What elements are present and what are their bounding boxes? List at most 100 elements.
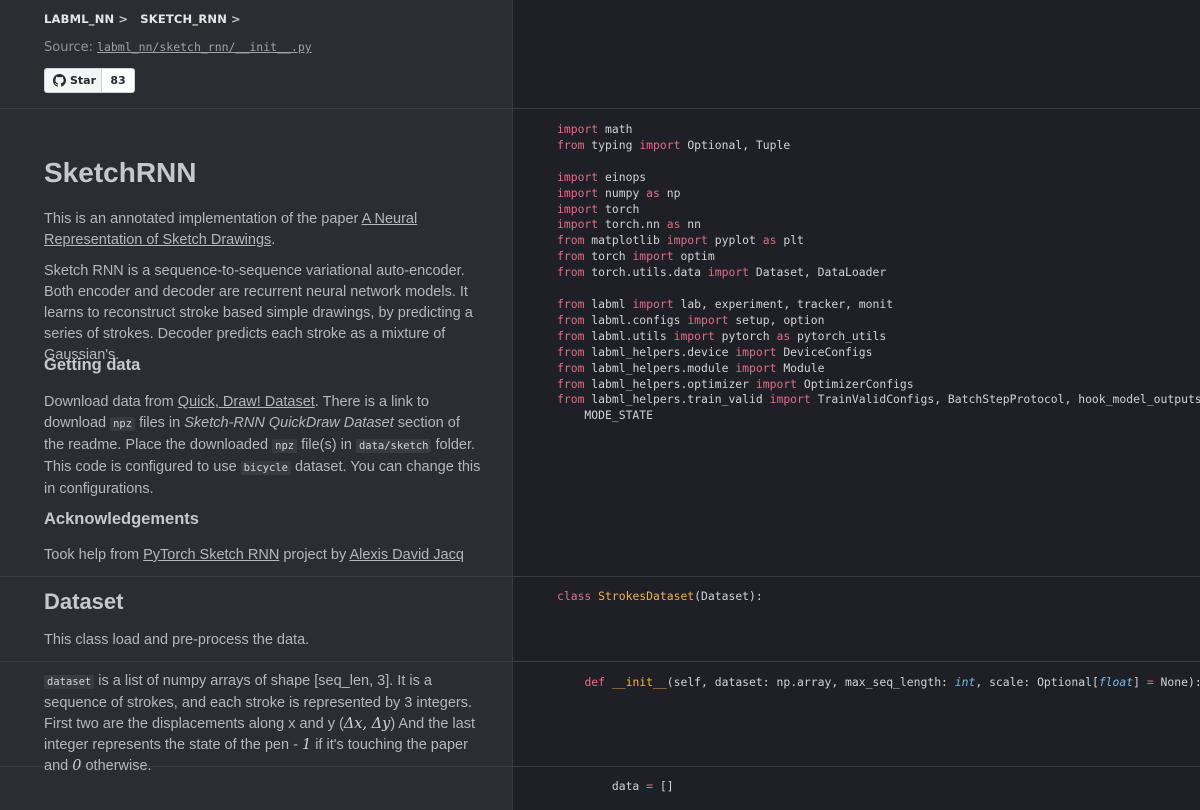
star-button-left[interactable]: Star [45, 69, 102, 92]
code-token: from [557, 265, 585, 280]
code-token: torch.utils.data [584, 265, 708, 280]
code-token: as [666, 217, 681, 232]
code-token: math [598, 122, 633, 136]
text: Took help from [44, 547, 144, 563]
code-token: from [557, 137, 585, 152]
code-token: from [557, 233, 585, 248]
source-line: Source: labml_nn/sketch_rnn/__init__.py [44, 40, 312, 55]
code-block-init: def __init__(self, dataset: np.array, ma… [557, 675, 1200, 691]
code-token: as [776, 328, 791, 343]
code-token: from [557, 360, 585, 375]
section-divider [0, 108, 1200, 109]
code-token: import [769, 392, 811, 407]
code-token: from [557, 312, 585, 327]
source-link[interactable]: labml_nn/sketch_rnn/__init__.py [97, 40, 312, 54]
code-block-class: class StrokesDataset(Dataset): [557, 589, 763, 605]
text: file(s) in [297, 437, 356, 453]
column-divider [512, 0, 513, 810]
code-token: [] [653, 779, 674, 793]
code-token: labml_helpers.module [584, 360, 736, 375]
getting-data-paragraph: Download data from Quick, Draw! Dataset.… [44, 392, 484, 500]
code-line: import math [557, 122, 1200, 138]
code-token: numpy [598, 185, 647, 200]
breadcrumb-labml-nn[interactable]: LABML_NN [44, 12, 114, 26]
section-divider [0, 576, 1200, 577]
code-token: as [646, 185, 660, 200]
code-token: import [557, 169, 599, 184]
code-line: from labml.utils import pytorch as pytor… [557, 329, 1200, 345]
code-token: from [557, 392, 585, 407]
quickdraw-link[interactable]: Quick, Draw! Dataset [178, 394, 315, 410]
code-token: optim [673, 249, 715, 264]
inline-code: npz [110, 417, 136, 431]
code-line: from torch.utils.data import Dataset, Da… [557, 265, 1200, 281]
code-token: torch.nn [598, 217, 667, 232]
code-token: data [557, 779, 647, 793]
github-icon [53, 74, 66, 87]
math-expression: 1 [301, 737, 312, 753]
dataset-description: dataset is a list of numpy arrays of sha… [44, 671, 484, 777]
code-token: labml_helpers.train_valid [584, 392, 770, 407]
code-line: def __init__(self, dataset: np.array, ma… [557, 675, 1200, 691]
code-line: from matplotlib import pyplot as plt [557, 233, 1200, 249]
breadcrumb-sketch-rnn[interactable]: SKETCH_RNN [140, 12, 227, 26]
code-block-imports: import math from typing import Optional, … [557, 122, 1200, 424]
code-token: lab, experiment, tracker, monit [673, 296, 894, 311]
code-token: from [557, 328, 585, 343]
code-token: import [557, 217, 599, 232]
code-token: setup, option [728, 312, 825, 327]
source-label: Source: [44, 40, 94, 55]
breadcrumb-separator: > [118, 12, 129, 26]
star-count[interactable]: 83 [102, 69, 134, 92]
code-line: from labml_helpers.device import DeviceC… [557, 345, 1200, 361]
code-line: from typing import Optional, Tuple [557, 138, 1200, 154]
code-token: TrainValidConfigs, BatchStepProtocol, ho… [810, 392, 1200, 407]
code-token: torch [584, 249, 633, 264]
code-line: from labml_helpers.module import Module [557, 361, 1200, 377]
section-divider [0, 661, 1200, 662]
code-token: labml.utils [584, 328, 674, 343]
code-token: labml_helpers.optimizer [584, 376, 756, 391]
code-token: pytorch_utils [790, 328, 887, 343]
code-line: import torch.nn as nn [557, 217, 1200, 233]
code-token: pyplot [707, 233, 763, 248]
code-token: from [557, 249, 585, 264]
pytorch-sketch-rnn-link[interactable]: PyTorch Sketch RNN [143, 547, 279, 563]
code-token: import [666, 233, 708, 248]
code-token: = [1146, 675, 1154, 689]
code-line: import torch [557, 202, 1200, 218]
code-token: import [557, 122, 599, 136]
github-star-button[interactable]: Star 83 [44, 68, 135, 93]
author-link[interactable]: Alexis David Jacq [349, 547, 463, 563]
code-token: as [762, 233, 777, 248]
code-token: import [707, 265, 750, 280]
acknowledgements-paragraph: Took help from PyTorch Sketch RNN projec… [44, 545, 484, 566]
emphasis: Sketch-RNN QuickDraw Dataset [184, 415, 394, 431]
code-block-data: data = [] [557, 779, 674, 795]
heading-dataset: Dataset [44, 589, 124, 614]
code-token: typing [584, 137, 640, 152]
description-paragraph: Sketch RNN is a sequence-to-sequence var… [44, 263, 473, 363]
code-token: torch [598, 201, 640, 216]
code-token: np [659, 185, 681, 200]
code-token: StrokesDataset [598, 589, 695, 603]
text: otherwise. [81, 758, 152, 774]
heading-acknowledgements: Acknowledgements [44, 510, 199, 528]
dataset-paragraph: This class load and pre-process the data… [44, 632, 310, 648]
code-token: int [954, 675, 976, 689]
text: This is an annotated implementation of t… [44, 211, 362, 227]
code-token: OptimizerConfigs [797, 376, 914, 391]
intro-paragraph: This is an annotated implementation of t… [44, 209, 484, 251]
code-token: import [632, 296, 674, 311]
code-token: pytorch [714, 328, 777, 343]
code-token: import [557, 201, 599, 216]
code-line: from labml.configs import setup, option [557, 313, 1200, 329]
code-token: None): [1153, 675, 1200, 689]
code-token: from [557, 376, 585, 391]
code-token: Dataset, DataLoader [749, 265, 887, 280]
code-token: einops [598, 169, 647, 184]
code-line: from labml_helpers.train_valid import Tr… [557, 392, 1200, 408]
code-token: from [557, 296, 585, 311]
code-token: ] [1133, 675, 1147, 689]
